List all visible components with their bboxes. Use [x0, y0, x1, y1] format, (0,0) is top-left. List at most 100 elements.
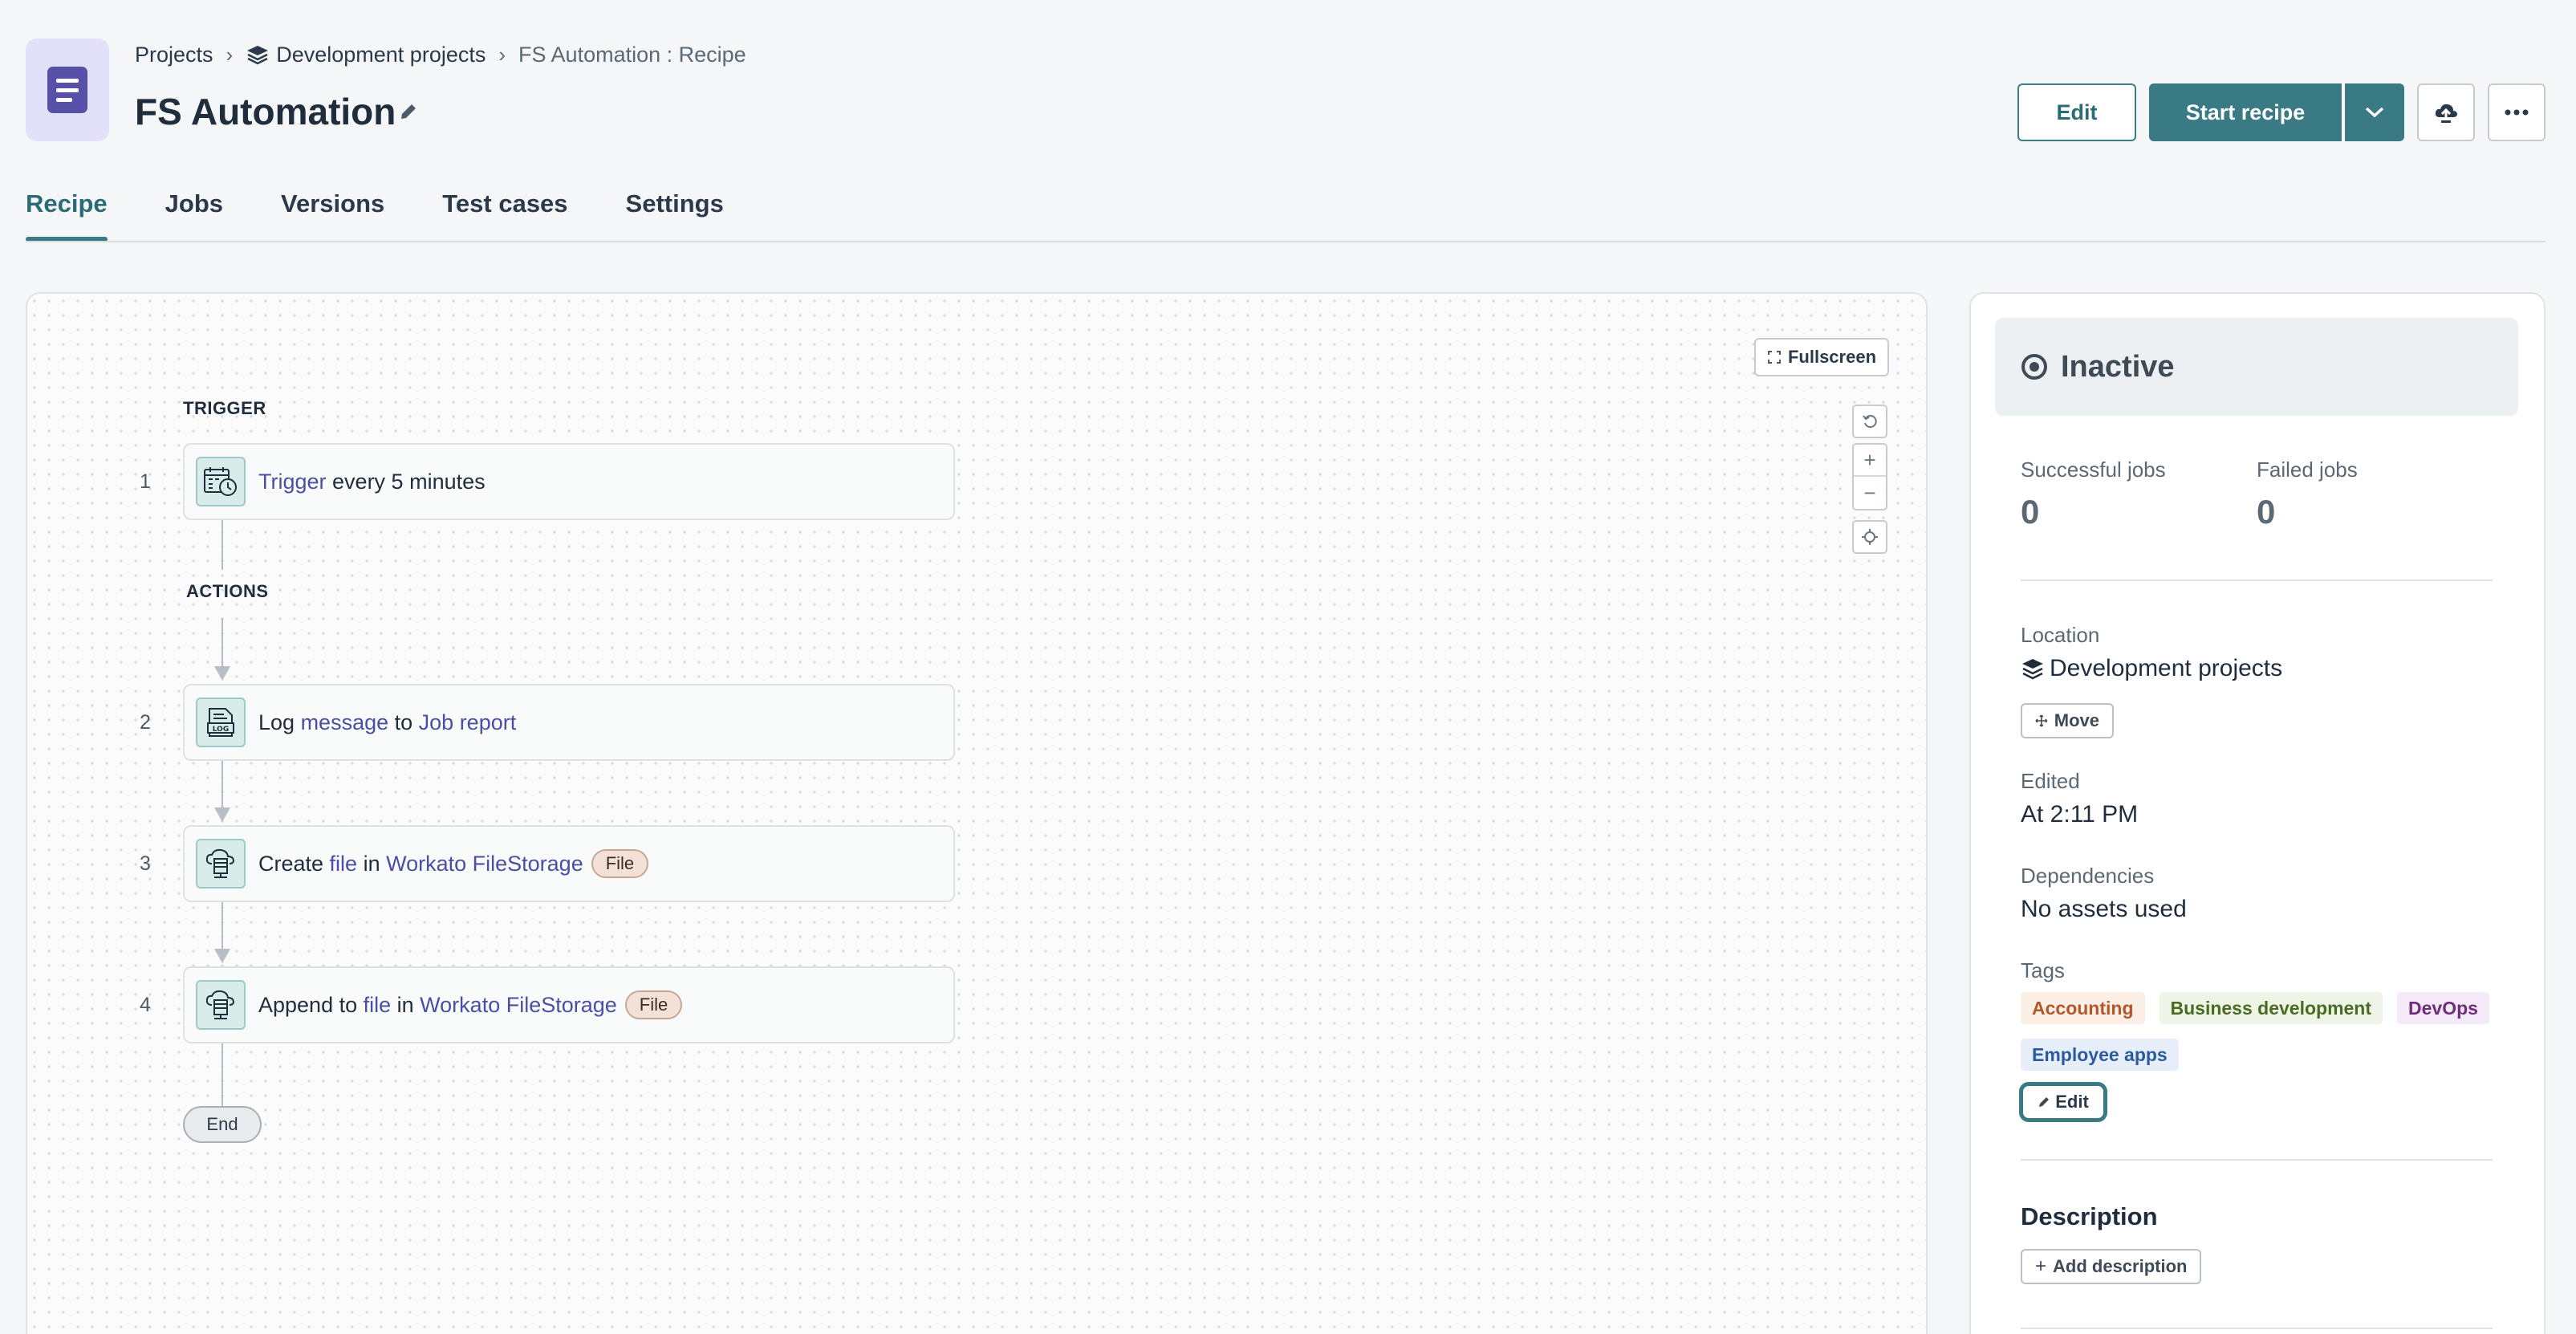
description-title: Description [2021, 1202, 2158, 1230]
step-number: 2 [140, 711, 151, 734]
end-marker: End [183, 1106, 262, 1143]
step-number: 1 [140, 470, 151, 493]
successful-jobs-count[interactable]: 0 [2021, 493, 2039, 531]
location-text: Development projects [2050, 655, 2283, 681]
step-text-link[interactable]: Workato FileStorage [420, 993, 617, 1018]
step-text-link[interactable]: file [330, 852, 358, 876]
successful-jobs-label: Successful jobs [2021, 458, 2166, 482]
move-label: Move [2054, 710, 2099, 730]
chevron-right-icon: › [498, 42, 506, 67]
step-text-link[interactable]: Workato FileStorage [386, 852, 583, 876]
step-text-link[interactable]: Trigger [258, 470, 327, 494]
tags-row: Accounting Business development DevOps [2021, 992, 2489, 1024]
failed-jobs-label: Failed jobs [2257, 458, 2358, 482]
step-text-link[interactable]: Job report [419, 710, 517, 735]
stack-icon [247, 46, 269, 65]
zoom-in-button[interactable]: + [1854, 445, 1886, 477]
recipe-app-icon [26, 39, 109, 141]
file-storage-icon [196, 839, 246, 889]
tag-devops[interactable]: DevOps [2397, 992, 2489, 1024]
panel-divider [2021, 580, 2493, 581]
fit-view-icon [1862, 529, 1878, 545]
log-icon: LOG [196, 698, 246, 747]
tag-business-development[interactable]: Business development [2159, 992, 2383, 1024]
trigger-section-label: TRIGGER [183, 398, 266, 418]
step-text-link[interactable]: file [364, 993, 392, 1018]
edit-tags-label: Edit [2055, 1092, 2089, 1112]
edited-label: Edited [2021, 769, 2080, 793]
step-text: to [388, 710, 419, 734]
plus-icon: + [2035, 1255, 2047, 1277]
tabs-divider [26, 241, 2546, 242]
connector-line [221, 618, 223, 666]
breadcrumb-current: FS Automation : Recipe [518, 42, 746, 67]
start-recipe-dropdown-button[interactable] [2345, 83, 2404, 141]
scheduler-icon [196, 457, 246, 506]
breadcrumb: Projects › Development projects › FS Aut… [135, 40, 746, 69]
fullscreen-icon [1767, 351, 1781, 364]
pencil-icon[interactable] [398, 101, 419, 122]
location-value[interactable]: Development projects [2021, 655, 2282, 682]
connector-line [221, 519, 223, 570]
pencil-icon [2039, 1097, 2050, 1107]
tag-accounting[interactable]: Accounting [2021, 992, 2145, 1024]
tab-recipe[interactable]: Recipe [26, 189, 108, 242]
panel-divider [2021, 1328, 2493, 1329]
document-icon [47, 67, 87, 113]
tab-test-cases[interactable]: Test cases [442, 189, 567, 241]
connector-line [221, 1042, 223, 1106]
fullscreen-button[interactable]: Fullscreen [1754, 338, 1889, 376]
file-storage-icon [196, 980, 246, 1030]
connector-line [221, 759, 223, 807]
edit-tags-button[interactable]: Edit [2019, 1082, 2107, 1122]
rotate-ccw-icon [1863, 415, 1877, 429]
zoom-controls: + − [1852, 443, 1887, 510]
actions-section-label: ACTIONS [186, 581, 269, 601]
step-text: Create [258, 851, 330, 876]
fit-view-button[interactable] [1852, 520, 1887, 554]
more-options-button[interactable] [2488, 83, 2546, 141]
page-title: FS Automation [135, 91, 396, 132]
zoom-out-button[interactable]: − [1854, 477, 1886, 509]
step-text: in [357, 851, 387, 876]
status-box: Inactive [1995, 318, 2518, 416]
tab-jobs[interactable]: Jobs [165, 189, 223, 241]
tag-employee-apps[interactable]: Employee apps [2021, 1039, 2179, 1071]
recipe-tabs: Recipe Jobs Versions Test cases Settings [26, 189, 782, 242]
step-object-pill: File [591, 849, 649, 878]
add-description-label: Add description [2053, 1256, 2188, 1276]
location-label: Location [2021, 623, 2100, 647]
move-button[interactable]: Move [2021, 703, 2114, 738]
reset-view-button[interactable] [1852, 405, 1887, 438]
step-text-link[interactable]: message [301, 710, 389, 735]
status-label: Inactive [2061, 349, 2175, 384]
start-recipe-button[interactable]: Start recipe [2149, 83, 2342, 141]
dependencies-value: No assets used [2021, 896, 2187, 922]
edit-button[interactable]: Edit [2017, 83, 2136, 141]
step-text: Log [258, 710, 301, 734]
step-number: 4 [140, 994, 151, 1016]
tab-versions[interactable]: Versions [281, 189, 384, 241]
breadcrumb-folder[interactable]: Development projects [276, 43, 486, 67]
failed-jobs-count[interactable]: 0 [2257, 493, 2275, 531]
upload-button[interactable] [2417, 83, 2475, 141]
more-dots-icon [2505, 109, 2529, 116]
step-create-file[interactable]: Create file in Workato FileStorage File [183, 825, 955, 902]
add-description-button[interactable]: + Add description [2021, 1249, 2202, 1284]
cloud-upload-icon [2435, 104, 2457, 123]
tab-settings[interactable]: Settings [626, 189, 724, 241]
step-trigger[interactable]: Trigger every 5 minutes [183, 443, 955, 520]
fullscreen-label: Fullscreen [1787, 347, 1877, 367]
step-text: every 5 minutes [326, 469, 486, 494]
stack-icon [2022, 659, 2043, 680]
step-append-file[interactable]: Append to file in Workato FileStorage Fi… [183, 966, 955, 1043]
step-text: Append to [258, 992, 364, 1017]
connector-arrow [214, 807, 230, 822]
step-text: in [391, 992, 421, 1017]
step-log-message[interactable]: LOG Log message to Job report [183, 684, 955, 761]
edited-value: At 2:11 PM [2021, 801, 2139, 828]
chevron-right-icon: › [226, 42, 234, 67]
step-object-pill: File [624, 990, 683, 1019]
breadcrumb-projects[interactable]: Projects [135, 43, 213, 67]
tags-label: Tags [2021, 958, 2065, 982]
